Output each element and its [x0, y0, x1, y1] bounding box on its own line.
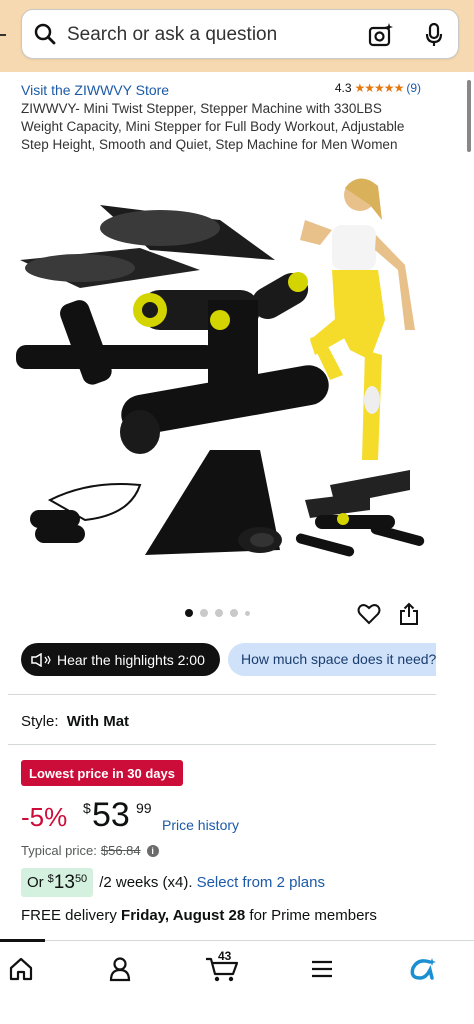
pager-dot[interactable]: [230, 609, 238, 617]
typical-price: Typical price: $56.84 i: [21, 843, 159, 858]
model-figure: [300, 178, 415, 460]
pager-dot[interactable]: [245, 610, 250, 616]
star-rating-icon: ★★★★★: [354, 81, 405, 95]
search-bar[interactable]: Search or ask a question: [21, 9, 459, 59]
pager-dot[interactable]: [200, 609, 208, 617]
product-image[interactable]: [10, 170, 464, 590]
rating-count[interactable]: (9): [406, 81, 421, 95]
divider: [8, 744, 436, 745]
hear-highlights-label: Hear the highlights 2:00: [57, 651, 205, 668]
back-indicator[interactable]: [0, 34, 6, 36]
small-stepper-thumb: [295, 470, 425, 557]
installment-dollars: 13: [53, 871, 75, 893]
product-title: ZIWWVY- Mini Twist Stepper, Stepper Mach…: [21, 101, 405, 152]
discount-percent: -5%: [21, 802, 68, 832]
style-selector[interactable]: Style: With Mat: [21, 713, 129, 730]
rating[interactable]: 4.3 ★★★★★ (9): [335, 81, 421, 95]
installment-terms: /2 weeks (x4).: [99, 874, 193, 891]
top-bar: Search or ask a question: [0, 0, 474, 72]
rufus-assistant-icon[interactable]: [408, 956, 438, 984]
ask-question-chip[interactable]: How much space does it need?: [228, 643, 436, 676]
price-currency: $: [83, 800, 91, 816]
bottom-nav: 43: [0, 939, 474, 1024]
heart-icon[interactable]: [357, 603, 381, 625]
pager-dot[interactable]: [215, 609, 223, 617]
search-input[interactable]: Search or ask a question: [67, 24, 277, 46]
cart-icon[interactable]: [205, 956, 239, 984]
style-label: Style:: [21, 713, 59, 730]
deal-badge: Lowest price in 30 days: [21, 760, 183, 786]
speaker-icon: [31, 652, 51, 667]
price-history-link[interactable]: Price history: [162, 817, 239, 833]
installment-row: Or $ 13 50 /2 weeks (x4). Select from 2 …: [21, 868, 325, 897]
share-icon[interactable]: [399, 602, 419, 626]
account-icon[interactable]: [108, 956, 132, 982]
home-icon[interactable]: [8, 956, 34, 982]
hear-highlights-button[interactable]: Hear the highlights 2:00: [21, 643, 220, 676]
divider: [8, 694, 436, 695]
typical-price-label: Typical price:: [21, 843, 97, 858]
microphone-icon[interactable]: [424, 22, 444, 48]
select-plans-link[interactable]: Select from 2 plans: [197, 874, 325, 891]
menu-icon[interactable]: [310, 956, 334, 982]
price-fraction: 99: [136, 800, 152, 816]
image-pager[interactable]: [185, 609, 250, 617]
search-icon: [34, 23, 56, 45]
active-tab-indicator: [0, 939, 45, 942]
resistance-bands-thumb: [30, 483, 142, 543]
delivery-prefix: FREE delivery: [21, 907, 117, 924]
typical-price-value: $56.84: [100, 843, 141, 858]
style-value: With Mat: [66, 713, 130, 730]
pager-dot[interactable]: [185, 609, 193, 617]
camera-search-icon[interactable]: [368, 22, 394, 48]
delivery-suffix: for Prime members: [249, 907, 377, 924]
stepper-machine: [16, 205, 329, 454]
installment-cents: 50: [74, 873, 88, 885]
installment-price: Or $ 13 50: [21, 868, 94, 897]
delivery-date: Friday, August 28: [121, 907, 246, 924]
store-link[interactable]: Visit the ZIWWVY Store: [21, 82, 169, 98]
rating-value: 4.3: [334, 81, 352, 95]
delivery-info: FREE delivery Friday, August 28 for Prim…: [21, 907, 377, 924]
info-icon[interactable]: i: [146, 844, 159, 857]
installment-or: Or: [27, 874, 44, 891]
price-whole: 53: [92, 796, 130, 834]
scrollbar[interactable]: [467, 80, 471, 152]
exercise-mat-thumb: [145, 450, 282, 555]
